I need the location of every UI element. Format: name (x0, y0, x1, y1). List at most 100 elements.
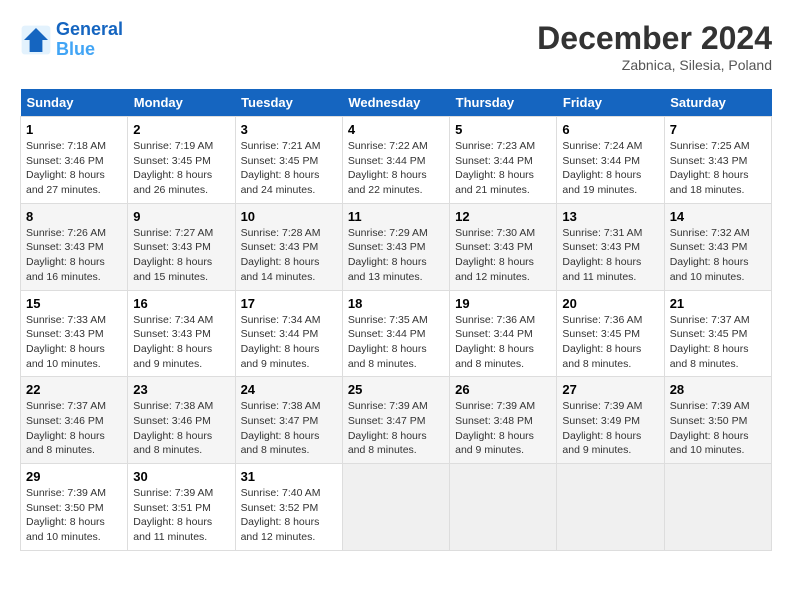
day-info: Sunrise: 7:18 AMSunset: 3:46 PMDaylight:… (26, 139, 122, 198)
page-header: General Blue December 2024 Zabnica, Sile… (20, 20, 772, 73)
day-info: Sunrise: 7:39 AMSunset: 3:49 PMDaylight:… (562, 399, 658, 458)
calendar-cell: 6 Sunrise: 7:24 AMSunset: 3:44 PMDayligh… (557, 117, 664, 204)
day-info: Sunrise: 7:39 AMSunset: 3:47 PMDaylight:… (348, 399, 444, 458)
calendar-title: December 2024 (537, 20, 772, 57)
calendar-cell (450, 464, 557, 551)
day-number: 28 (670, 382, 766, 397)
calendar-cell: 17 Sunrise: 7:34 AMSunset: 3:44 PMDaylig… (235, 290, 342, 377)
day-info: Sunrise: 7:37 AMSunset: 3:45 PMDaylight:… (670, 313, 766, 372)
calendar-cell: 4 Sunrise: 7:22 AMSunset: 3:44 PMDayligh… (342, 117, 449, 204)
logo: General Blue (20, 20, 123, 60)
calendar-cell: 3 Sunrise: 7:21 AMSunset: 3:45 PMDayligh… (235, 117, 342, 204)
day-number: 12 (455, 209, 551, 224)
calendar-cell: 15 Sunrise: 7:33 AMSunset: 3:43 PMDaylig… (21, 290, 128, 377)
day-info: Sunrise: 7:24 AMSunset: 3:44 PMDaylight:… (562, 139, 658, 198)
day-number: 1 (26, 122, 122, 137)
calendar-cell: 10 Sunrise: 7:28 AMSunset: 3:43 PMDaylig… (235, 203, 342, 290)
day-info: Sunrise: 7:38 AMSunset: 3:47 PMDaylight:… (241, 399, 337, 458)
day-number: 9 (133, 209, 229, 224)
calendar-cell: 9 Sunrise: 7:27 AMSunset: 3:43 PMDayligh… (128, 203, 235, 290)
logo-text: General Blue (56, 20, 123, 60)
calendar-week-row: 15 Sunrise: 7:33 AMSunset: 3:43 PMDaylig… (21, 290, 772, 377)
day-info: Sunrise: 7:39 AMSunset: 3:50 PMDaylight:… (26, 486, 122, 545)
day-info: Sunrise: 7:22 AMSunset: 3:44 PMDaylight:… (348, 139, 444, 198)
calendar-cell: 26 Sunrise: 7:39 AMSunset: 3:48 PMDaylig… (450, 377, 557, 464)
day-info: Sunrise: 7:32 AMSunset: 3:43 PMDaylight:… (670, 226, 766, 285)
calendar-cell: 23 Sunrise: 7:38 AMSunset: 3:46 PMDaylig… (128, 377, 235, 464)
day-info: Sunrise: 7:21 AMSunset: 3:45 PMDaylight:… (241, 139, 337, 198)
day-info: Sunrise: 7:35 AMSunset: 3:44 PMDaylight:… (348, 313, 444, 372)
day-number: 31 (241, 469, 337, 484)
day-number: 15 (26, 296, 122, 311)
day-info: Sunrise: 7:39 AMSunset: 3:48 PMDaylight:… (455, 399, 551, 458)
calendar-body: 1 Sunrise: 7:18 AMSunset: 3:46 PMDayligh… (21, 117, 772, 551)
calendar-cell: 7 Sunrise: 7:25 AMSunset: 3:43 PMDayligh… (664, 117, 771, 204)
day-number: 20 (562, 296, 658, 311)
day-number: 30 (133, 469, 229, 484)
calendar-cell: 19 Sunrise: 7:36 AMSunset: 3:44 PMDaylig… (450, 290, 557, 377)
day-info: Sunrise: 7:38 AMSunset: 3:46 PMDaylight:… (133, 399, 229, 458)
day-number: 2 (133, 122, 229, 137)
day-info: Sunrise: 7:19 AMSunset: 3:45 PMDaylight:… (133, 139, 229, 198)
day-info: Sunrise: 7:28 AMSunset: 3:43 PMDaylight:… (241, 226, 337, 285)
calendar-week-row: 29 Sunrise: 7:39 AMSunset: 3:50 PMDaylig… (21, 464, 772, 551)
calendar-cell: 29 Sunrise: 7:39 AMSunset: 3:50 PMDaylig… (21, 464, 128, 551)
calendar-cell (342, 464, 449, 551)
col-monday: Monday (128, 89, 235, 117)
day-number: 25 (348, 382, 444, 397)
day-number: 24 (241, 382, 337, 397)
calendar-cell: 16 Sunrise: 7:34 AMSunset: 3:43 PMDaylig… (128, 290, 235, 377)
calendar-week-row: 8 Sunrise: 7:26 AMSunset: 3:43 PMDayligh… (21, 203, 772, 290)
day-number: 4 (348, 122, 444, 137)
calendar-subtitle: Zabnica, Silesia, Poland (537, 57, 772, 73)
day-info: Sunrise: 7:37 AMSunset: 3:46 PMDaylight:… (26, 399, 122, 458)
day-info: Sunrise: 7:29 AMSunset: 3:43 PMDaylight:… (348, 226, 444, 285)
day-info: Sunrise: 7:40 AMSunset: 3:52 PMDaylight:… (241, 486, 337, 545)
day-info: Sunrise: 7:30 AMSunset: 3:43 PMDaylight:… (455, 226, 551, 285)
calendar-cell: 12 Sunrise: 7:30 AMSunset: 3:43 PMDaylig… (450, 203, 557, 290)
day-number: 10 (241, 209, 337, 224)
day-number: 29 (26, 469, 122, 484)
calendar-cell (664, 464, 771, 551)
calendar-cell: 20 Sunrise: 7:36 AMSunset: 3:45 PMDaylig… (557, 290, 664, 377)
col-wednesday: Wednesday (342, 89, 449, 117)
calendar-week-row: 22 Sunrise: 7:37 AMSunset: 3:46 PMDaylig… (21, 377, 772, 464)
day-number: 8 (26, 209, 122, 224)
calendar-cell: 27 Sunrise: 7:39 AMSunset: 3:49 PMDaylig… (557, 377, 664, 464)
day-info: Sunrise: 7:26 AMSunset: 3:43 PMDaylight:… (26, 226, 122, 285)
day-number: 26 (455, 382, 551, 397)
day-info: Sunrise: 7:25 AMSunset: 3:43 PMDaylight:… (670, 139, 766, 198)
calendar-header-row: Sunday Monday Tuesday Wednesday Thursday… (21, 89, 772, 117)
calendar-cell: 11 Sunrise: 7:29 AMSunset: 3:43 PMDaylig… (342, 203, 449, 290)
day-info: Sunrise: 7:36 AMSunset: 3:44 PMDaylight:… (455, 313, 551, 372)
day-number: 17 (241, 296, 337, 311)
calendar-table: Sunday Monday Tuesday Wednesday Thursday… (20, 89, 772, 551)
col-friday: Friday (557, 89, 664, 117)
calendar-cell: 5 Sunrise: 7:23 AMSunset: 3:44 PMDayligh… (450, 117, 557, 204)
calendar-cell: 31 Sunrise: 7:40 AMSunset: 3:52 PMDaylig… (235, 464, 342, 551)
day-number: 3 (241, 122, 337, 137)
calendar-cell (557, 464, 664, 551)
title-block: December 2024 Zabnica, Silesia, Poland (537, 20, 772, 73)
day-number: 19 (455, 296, 551, 311)
day-number: 22 (26, 382, 122, 397)
calendar-cell: 13 Sunrise: 7:31 AMSunset: 3:43 PMDaylig… (557, 203, 664, 290)
calendar-week-row: 1 Sunrise: 7:18 AMSunset: 3:46 PMDayligh… (21, 117, 772, 204)
day-number: 23 (133, 382, 229, 397)
day-number: 13 (562, 209, 658, 224)
calendar-cell: 14 Sunrise: 7:32 AMSunset: 3:43 PMDaylig… (664, 203, 771, 290)
day-number: 18 (348, 296, 444, 311)
calendar-cell: 8 Sunrise: 7:26 AMSunset: 3:43 PMDayligh… (21, 203, 128, 290)
day-info: Sunrise: 7:33 AMSunset: 3:43 PMDaylight:… (26, 313, 122, 372)
calendar-cell: 28 Sunrise: 7:39 AMSunset: 3:50 PMDaylig… (664, 377, 771, 464)
calendar-cell: 21 Sunrise: 7:37 AMSunset: 3:45 PMDaylig… (664, 290, 771, 377)
day-info: Sunrise: 7:23 AMSunset: 3:44 PMDaylight:… (455, 139, 551, 198)
calendar-cell: 1 Sunrise: 7:18 AMSunset: 3:46 PMDayligh… (21, 117, 128, 204)
col-tuesday: Tuesday (235, 89, 342, 117)
day-info: Sunrise: 7:39 AMSunset: 3:51 PMDaylight:… (133, 486, 229, 545)
day-number: 27 (562, 382, 658, 397)
day-number: 21 (670, 296, 766, 311)
day-info: Sunrise: 7:39 AMSunset: 3:50 PMDaylight:… (670, 399, 766, 458)
day-number: 11 (348, 209, 444, 224)
calendar-cell: 22 Sunrise: 7:37 AMSunset: 3:46 PMDaylig… (21, 377, 128, 464)
